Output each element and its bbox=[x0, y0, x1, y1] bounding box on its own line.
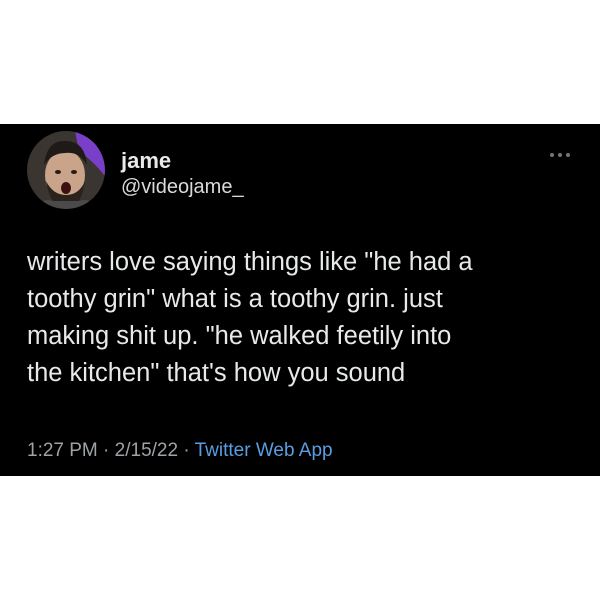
tweet-text-line: writers love saying things like "he had … bbox=[27, 248, 473, 276]
tweet-text-line: the kitchen" that's how you sound bbox=[27, 359, 406, 387]
display-name[interactable]: jame bbox=[121, 148, 171, 174]
tweet-date[interactable]: 2/15/22 bbox=[115, 440, 178, 461]
separator-dot: · bbox=[103, 440, 110, 461]
avatar[interactable] bbox=[27, 131, 105, 209]
tweet-text-line: making shit up. "he walked feetily into bbox=[27, 322, 452, 350]
tweet-text: writers love saying things like "he had … bbox=[27, 244, 587, 392]
tweet-card: jame @videojame_ writers love saying thi… bbox=[0, 124, 600, 476]
page: jame @videojame_ writers love saying thi… bbox=[0, 0, 600, 600]
tweet-metadata: 1:27 PM · 2/15/22 · Twitter Web App bbox=[27, 438, 333, 464]
more-horizontal-icon[interactable] bbox=[548, 149, 572, 161]
tweet-source-link[interactable]: Twitter Web App bbox=[195, 440, 333, 461]
user-handle[interactable]: @videojame_ bbox=[121, 174, 244, 200]
tweet-time[interactable]: 1:27 PM bbox=[27, 440, 98, 461]
separator-dot: · bbox=[183, 440, 190, 461]
tweet-text-line: toothy grin" what is a toothy grin. just bbox=[27, 285, 443, 313]
